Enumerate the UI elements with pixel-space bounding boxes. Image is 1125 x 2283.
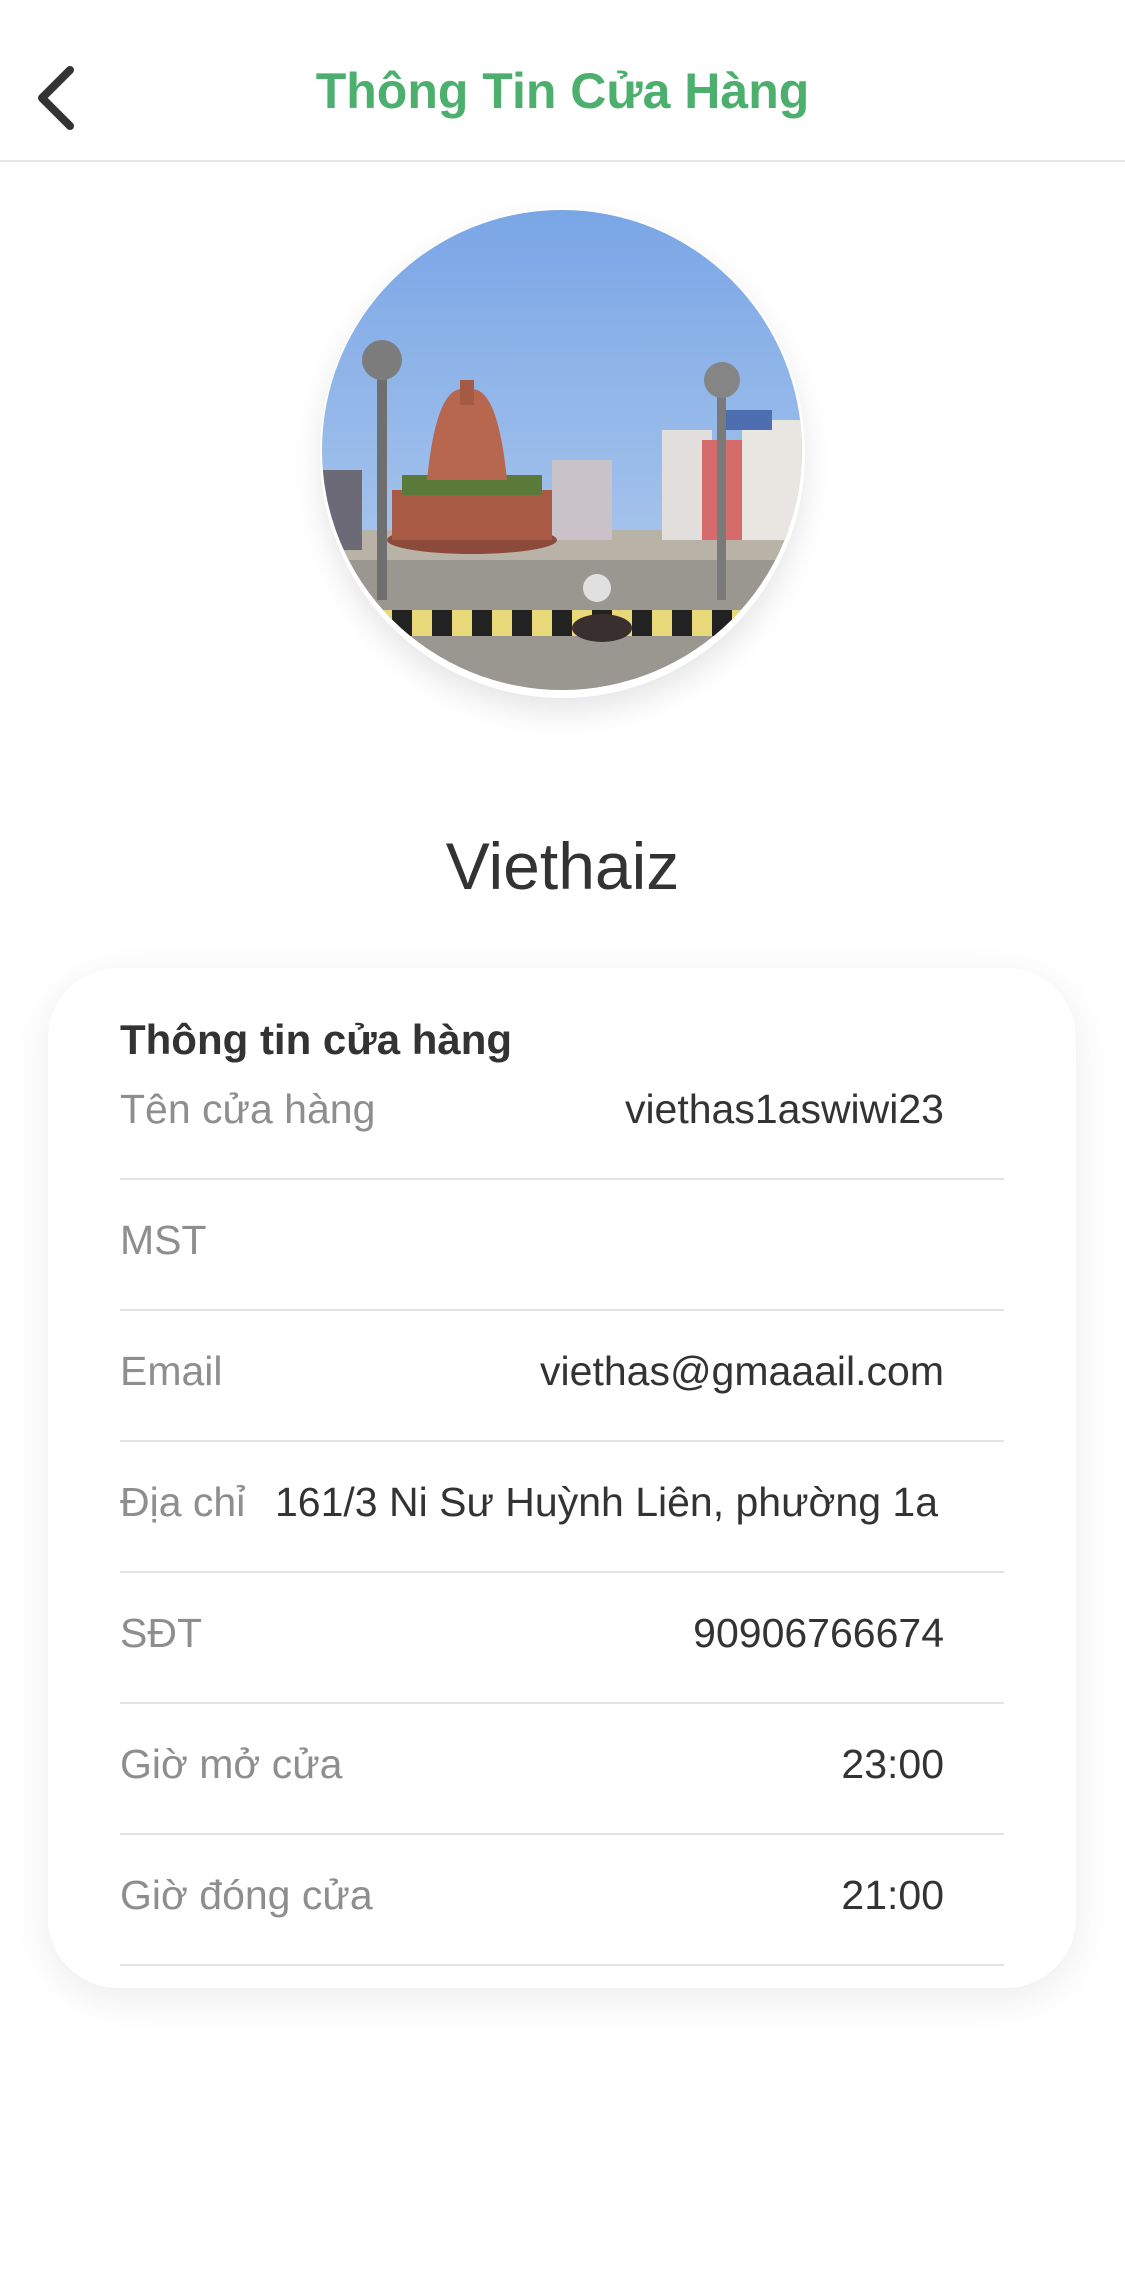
row-label: Giờ đóng cửa — [120, 1872, 373, 1918]
store-info-card: Thông tin cửa hàng Tên cửa hàng viethas1… — [48, 968, 1076, 1988]
info-row-address: Địa chỉ 161/3 Ni Sư Huỳnh Liên, phường 1… — [120, 1441, 1004, 1573]
row-label: Tên cửa hàng — [120, 1086, 376, 1132]
info-row-email: Email viethas@gmaaail.com — [120, 1310, 1004, 1442]
store-display-name: Viethaiz — [445, 829, 680, 903]
info-row-store-name: Tên cửa hàng viethas1aswiwi23 — [120, 1048, 1004, 1180]
row-value: 21:00 — [841, 1872, 944, 1918]
info-row-close-time: Giờ đóng cửa 21:00 — [120, 1834, 1004, 1966]
row-value: 23:00 — [841, 1741, 944, 1787]
store-avatar[interactable] — [322, 210, 802, 690]
row-label: Địa chỉ — [120, 1479, 246, 1525]
info-row-open-time: Giờ mở cửa 23:00 — [120, 1703, 1004, 1835]
row-label: Email — [120, 1348, 223, 1394]
row-label: MST — [120, 1217, 207, 1263]
info-row-tax-id: MST — [120, 1179, 1004, 1311]
page-title: Thông Tin Cửa Hàng — [315, 63, 810, 119]
row-value: viethas@gmaaail.com — [540, 1348, 944, 1394]
header-bar: Thông Tin Cửa Hàng — [0, 0, 1125, 162]
row-label: SĐT — [120, 1610, 202, 1656]
row-value: 161/3 Ni Sư Huỳnh Liên, phường 1a — [275, 1479, 939, 1525]
row-value: viethas1aswiwi23 — [624, 1086, 944, 1132]
store-photo — [322, 210, 802, 690]
row-label: Giờ mở cửa — [120, 1741, 343, 1787]
info-row-phone: SĐT 90906766674 — [120, 1572, 1004, 1704]
row-value: 90906766674 — [693, 1610, 944, 1656]
